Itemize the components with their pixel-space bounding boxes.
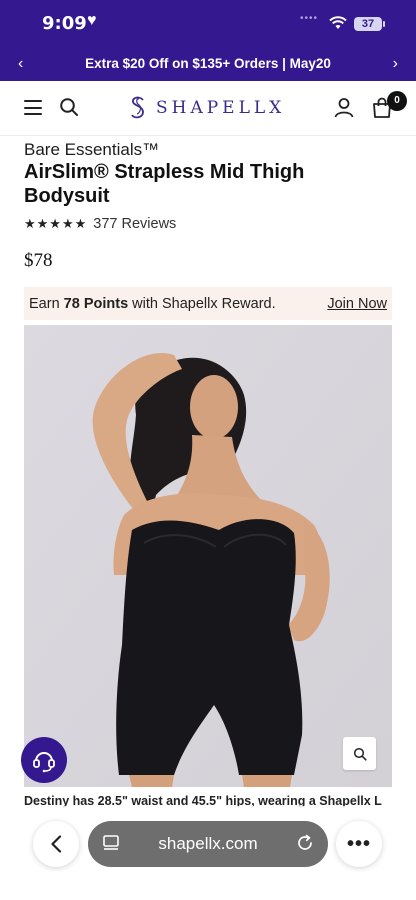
chevron-left-icon <box>51 835 62 853</box>
battery-tip <box>383 21 385 27</box>
reload-icon[interactable] <box>296 834 314 852</box>
promo-banner: ‹ Extra $20 Off on $135+ Orders | May20 … <box>0 46 416 81</box>
status-time: 9:09 <box>42 13 87 34</box>
headset-icon <box>33 752 55 773</box>
reward-banner: Earn 78 Points with Shapellx Reward. Joi… <box>24 287 392 320</box>
wifi-icon <box>329 16 347 29</box>
site-header: SHAPELLX <box>0 81 416 136</box>
brand-mark-icon <box>131 96 144 119</box>
brand-name: SHAPELLX <box>156 98 286 118</box>
more-options-button[interactable]: ••• <box>336 821 382 867</box>
address-bar[interactable]: shapellx.com <box>88 821 328 867</box>
review-count[interactable]: 377 Reviews <box>93 216 176 232</box>
search-icon[interactable] <box>59 97 79 117</box>
battery-indicator: 37 <box>354 17 382 31</box>
product-title: AirSlim® Strapless Mid Thigh Bodysuit <box>24 161 305 207</box>
account-icon[interactable] <box>334 97 354 118</box>
hamburger-menu-icon[interactable] <box>24 100 42 115</box>
product-image[interactable] <box>24 325 392 787</box>
reward-prefix: Earn <box>29 296 64 312</box>
ellipsis-icon: ••• <box>346 832 371 855</box>
reward-points: 78 Points <box>63 296 129 312</box>
product-rating[interactable]: ★★★★★ 377 Reviews <box>24 216 176 232</box>
promo-next-icon[interactable]: › <box>393 55 398 73</box>
status-bar: 9:09 ♥ •••• 37 <box>0 0 416 46</box>
join-now-link[interactable]: Join Now <box>327 296 387 312</box>
zoom-button[interactable] <box>343 737 376 770</box>
customer-support-button[interactable] <box>21 737 67 783</box>
product-price: $78 <box>24 250 53 271</box>
star-rating-icon: ★★★★★ <box>24 216 88 232</box>
cart-count-badge[interactable]: 0 <box>387 91 407 111</box>
url-text[interactable]: shapellx.com <box>88 834 328 854</box>
promo-text[interactable]: Extra $20 Off on $135+ Orders | May20 <box>40 56 376 71</box>
reward-text: Earn 78 Points with Shapellx Reward. <box>29 296 276 312</box>
zoom-search-icon <box>353 747 367 761</box>
signal-icon: •••• <box>300 13 319 24</box>
heart-icon: ♥ <box>87 12 97 29</box>
browser-back-button[interactable] <box>33 821 79 867</box>
model-photo <box>24 325 392 787</box>
product-collection: Bare Essentials™ <box>24 140 160 159</box>
brand-logo[interactable]: SHAPELLX <box>128 95 285 121</box>
reward-suffix: with Shapellx Reward. <box>128 296 276 312</box>
promo-prev-icon[interactable]: ‹ <box>18 55 23 73</box>
